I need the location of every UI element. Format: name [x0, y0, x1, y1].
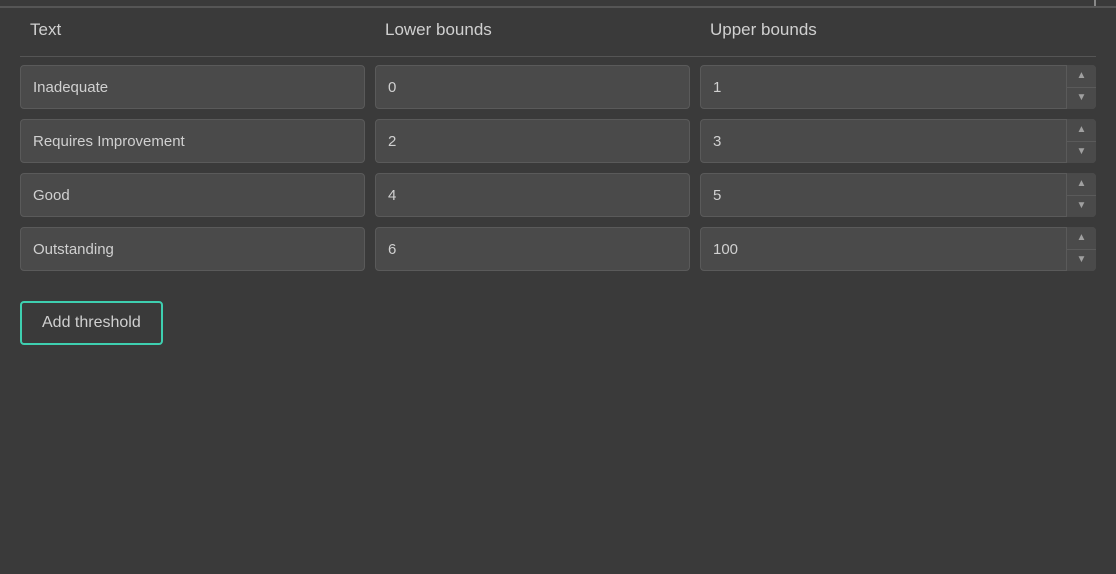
column-headers: Text Lower bounds Upper bounds — [20, 8, 1096, 57]
upper-bounds-input-3[interactable] — [700, 227, 1096, 271]
upper-input-wrapper-3: ▲ ▼ — [700, 227, 1096, 271]
spinner-down-1[interactable]: ▼ — [1067, 142, 1096, 164]
upper-bounds-cell-3: ▲ ▼ — [700, 227, 1096, 271]
spinner-2: ▲ ▼ — [1066, 173, 1096, 217]
upper-bounds-column-header: Upper bounds — [700, 20, 1096, 40]
upper-bounds-input-2[interactable] — [700, 173, 1096, 217]
upper-bounds-cell-2: ▲ ▼ — [700, 173, 1096, 217]
upper-input-wrapper-2: ▲ ▼ — [700, 173, 1096, 217]
spinner-down-3[interactable]: ▼ — [1067, 250, 1096, 272]
lower-bounds-cell-3 — [375, 227, 700, 271]
spinner-up-2[interactable]: ▲ — [1067, 173, 1096, 196]
table-row: ▲ ▼ — [20, 65, 1096, 109]
table-row: ▲ ▼ — [20, 173, 1096, 217]
upper-bounds-cell-1: ▲ ▼ — [700, 119, 1096, 163]
text-input-1[interactable] — [20, 119, 365, 163]
lower-bounds-input-3[interactable] — [375, 227, 690, 271]
text-cell-1 — [20, 119, 375, 163]
lower-bounds-input-0[interactable] — [375, 65, 690, 109]
upper-bounds-input-0[interactable] — [700, 65, 1096, 109]
lower-bounds-cell-0 — [375, 65, 700, 109]
upper-input-wrapper-0: ▲ ▼ — [700, 65, 1096, 109]
spinner-down-0[interactable]: ▼ — [1067, 88, 1096, 110]
lower-bounds-input-1[interactable] — [375, 119, 690, 163]
spinner-up-3[interactable]: ▲ — [1067, 227, 1096, 250]
text-input-2[interactable] — [20, 173, 365, 217]
spinner-up-1[interactable]: ▲ — [1067, 119, 1096, 142]
upper-input-wrapper-1: ▲ ▼ — [700, 119, 1096, 163]
text-input-0[interactable] — [20, 65, 365, 109]
threshold-container: Text Lower bounds Upper bounds ▲ ▼ — [0, 8, 1116, 365]
text-cell-0 — [20, 65, 375, 109]
lower-bounds-column-header: Lower bounds — [375, 20, 700, 40]
add-threshold-button[interactable]: Add threshold — [20, 301, 163, 345]
text-input-3[interactable] — [20, 227, 365, 271]
lower-bounds-input-2[interactable] — [375, 173, 690, 217]
spinner-down-2[interactable]: ▼ — [1067, 196, 1096, 218]
spinner-1: ▲ ▼ — [1066, 119, 1096, 163]
top-indicator — [1094, 0, 1096, 6]
rows-container: ▲ ▼ ▲ ▼ — [20, 65, 1096, 271]
text-cell-2 — [20, 173, 375, 217]
spinner-up-0[interactable]: ▲ — [1067, 65, 1096, 88]
table-row: ▲ ▼ — [20, 119, 1096, 163]
spinner-0: ▲ ▼ — [1066, 65, 1096, 109]
text-column-header: Text — [20, 20, 375, 40]
spinner-3: ▲ ▼ — [1066, 227, 1096, 271]
lower-bounds-cell-1 — [375, 119, 700, 163]
lower-bounds-cell-2 — [375, 173, 700, 217]
upper-bounds-cell-0: ▲ ▼ — [700, 65, 1096, 109]
text-cell-3 — [20, 227, 375, 271]
table-row: ▲ ▼ — [20, 227, 1096, 271]
upper-bounds-input-1[interactable] — [700, 119, 1096, 163]
